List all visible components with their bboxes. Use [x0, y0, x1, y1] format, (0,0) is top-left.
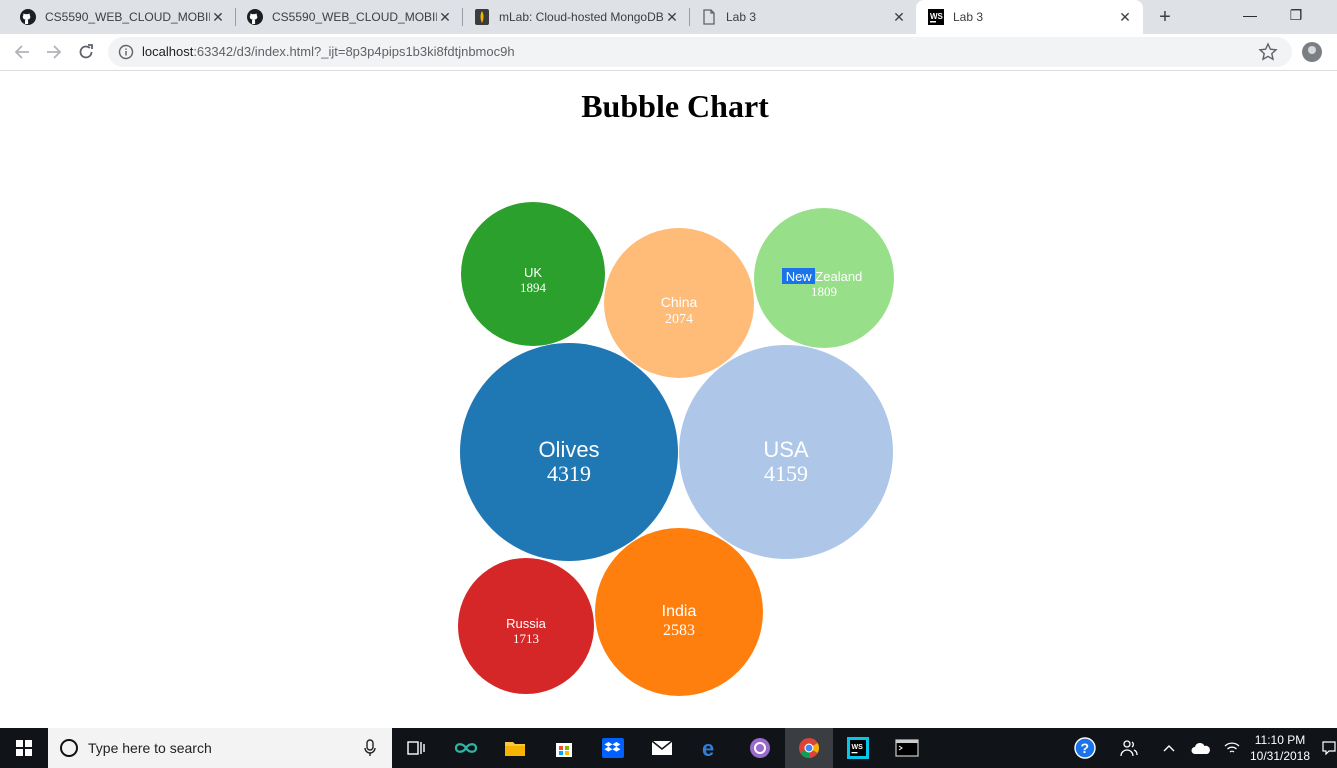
- cortana-icon: [60, 739, 78, 757]
- windows-taskbar: Type here to search e WS ? 11:10 PM 10/3…: [0, 728, 1337, 768]
- bubble-chart: Olives 4319 USA 4159 India 2583 China 20…: [458, 202, 894, 696]
- terminal-icon[interactable]: [883, 732, 931, 764]
- chrome-icon[interactable]: [785, 728, 833, 768]
- start-button[interactable]: [0, 728, 48, 768]
- notification-icon[interactable]: [1320, 728, 1337, 768]
- people-icon[interactable]: [1115, 728, 1143, 768]
- clock-time: 11:10 PM: [1254, 733, 1306, 747]
- clock-date: 10/31/2018: [1249, 749, 1311, 763]
- show-hidden-icons-chevron[interactable]: [1158, 728, 1180, 768]
- bubble-uk: UK 1894: [461, 202, 605, 346]
- file-explorer-icon[interactable]: [491, 732, 539, 764]
- taskbar-clock[interactable]: 11:10 PM 10/31/2018: [1240, 732, 1320, 764]
- taskbar-search[interactable]: Type here to search: [48, 728, 392, 768]
- onedrive-sync-icon[interactable]: [1188, 728, 1214, 768]
- bubble-label: New Zealand: [786, 269, 863, 284]
- bubble-value: 4159: [764, 461, 808, 486]
- search-placeholder: Type here to search: [88, 740, 212, 756]
- bubble-value: 1713: [513, 631, 539, 646]
- windows-logo-icon: [16, 740, 32, 756]
- bubble-china: China 2074: [604, 228, 754, 378]
- svg-text:e: e: [702, 737, 714, 759]
- bubble-value: 4319: [547, 461, 591, 486]
- bubble-label: China: [661, 294, 698, 310]
- github-desktop-icon[interactable]: [736, 732, 784, 764]
- edge-icon[interactable]: e: [687, 732, 735, 764]
- bubble-label: UK: [524, 265, 542, 280]
- store-icon[interactable]: [540, 732, 588, 764]
- dropbox-icon[interactable]: [589, 732, 637, 764]
- bubble-olives: Olives 4319: [460, 343, 678, 561]
- svg-text:WS: WS: [852, 744, 864, 751]
- bubble-label: India: [662, 603, 697, 620]
- bubble-new-zealand: New Zealand 1809: [754, 208, 894, 348]
- bubble-value: 2583: [663, 622, 695, 639]
- bubble-label: USA: [763, 437, 809, 462]
- bubble-russia: Russia 1713: [458, 558, 594, 694]
- svg-text:?: ?: [1081, 740, 1090, 756]
- bubble-value: 1809: [811, 284, 837, 299]
- task-view-icon[interactable]: [393, 732, 441, 764]
- infinity-app-icon[interactable]: [442, 732, 490, 764]
- mail-icon[interactable]: [638, 732, 686, 764]
- bubble-value: 2074: [665, 312, 693, 327]
- microphone-icon: [364, 739, 376, 756]
- bubble-label: Russia: [506, 616, 547, 631]
- bubble-usa: USA 4159: [679, 345, 893, 559]
- bubble-label: Olives: [538, 437, 599, 462]
- bubble-value: 1894: [520, 280, 547, 295]
- help-icon[interactable]: ?: [1070, 728, 1100, 768]
- bubble-india: India 2583: [595, 528, 763, 696]
- webstorm-icon[interactable]: WS: [834, 732, 882, 764]
